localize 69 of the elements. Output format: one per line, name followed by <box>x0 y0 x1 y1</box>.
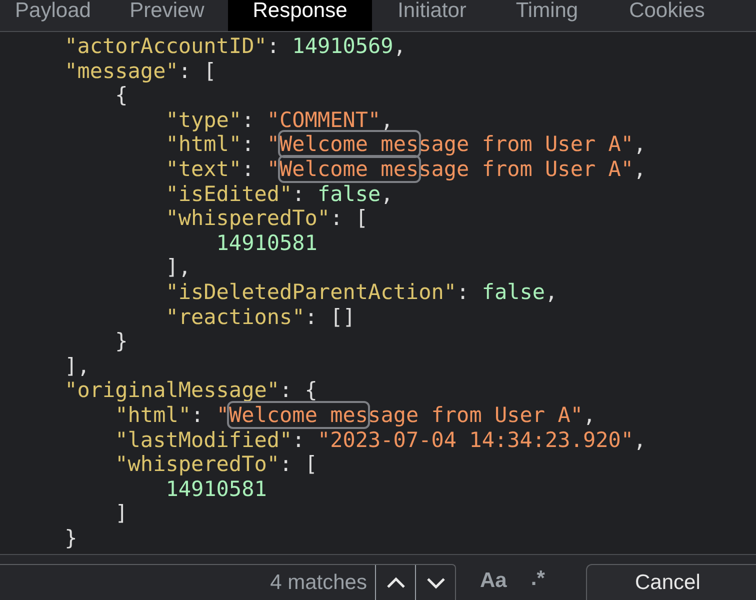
json-punctuation: ] <box>114 501 128 526</box>
json-number: 14910581 <box>164 476 267 501</box>
json-key: "whisperedTo" <box>14 206 330 230</box>
search-match: Welcome mes <box>280 132 419 156</box>
json-punctuation: : [ <box>178 58 216 83</box>
json-punctuation: { <box>114 83 128 108</box>
json-punctuation: , <box>380 108 394 132</box>
json-punctuation: , <box>380 182 394 206</box>
json-punctuation: : <box>292 428 306 452</box>
json-key: "lastModified" <box>14 428 292 452</box>
chevron-down-icon <box>426 576 446 588</box>
json-punctuation: : <box>242 156 256 181</box>
tab[interactable]: Cookies <box>602 0 732 31</box>
json-string: sage from User A" <box>418 132 634 156</box>
json-punctuation: , <box>634 132 646 156</box>
json-punctuation: : <box>456 280 470 304</box>
json-string: sage from User A" <box>368 402 583 427</box>
search-field[interactable]: 4 matches <box>0 564 456 600</box>
json-number: 14910569 <box>292 34 394 58</box>
json-punctuation: , <box>393 34 406 58</box>
tab[interactable]: Timing <box>492 0 602 31</box>
json-string: "2023-07-04 14:34:23.920" <box>317 428 634 452</box>
json-boolean: false <box>317 182 381 206</box>
json-number: 14910581 <box>215 230 318 255</box>
json-key: "whisperedTo" <box>14 452 280 476</box>
json-key: "actorAccountID" <box>14 34 267 58</box>
cancel-button[interactable]: Cancel <box>586 564 756 600</box>
tab[interactable]: Initiator <box>372 0 492 31</box>
match-case-toggle[interactable]: Aa <box>480 564 507 596</box>
chevron-up-icon <box>386 576 406 588</box>
json-boolean: false <box>482 280 546 304</box>
json-punctuation: : <box>242 132 256 156</box>
json-key: "originalMessage" <box>14 378 280 402</box>
json-string: " <box>266 156 280 181</box>
search-match: Welcome mes <box>280 156 419 181</box>
json-key: "message" <box>14 58 178 83</box>
json-punctuation: ], <box>64 354 90 378</box>
json-punctuation: : [ <box>330 206 368 230</box>
json-key: "text" <box>14 156 242 181</box>
json-punctuation: } <box>64 526 78 550</box>
json-punctuation: , <box>582 402 596 427</box>
json-punctuation: , <box>545 280 558 304</box>
json-punctuation: : <box>191 402 205 427</box>
tab[interactable]: Response <box>228 0 372 31</box>
json-punctuation: : { <box>280 378 318 402</box>
json-punctuation: : <box>242 108 256 132</box>
json-string: " <box>216 402 229 427</box>
tab[interactable]: Preview <box>106 0 228 31</box>
json-key: "html" <box>14 402 192 427</box>
json-punctuation: : <box>266 34 281 58</box>
regex-toggle[interactable]: .* <box>530 562 545 594</box>
json-punctuation: , <box>634 156 646 181</box>
json-string: sage from User A" <box>418 156 634 181</box>
json-punctuation: ], <box>164 255 192 280</box>
json-string: " <box>266 132 280 156</box>
search-match: Welcome mes <box>228 402 368 427</box>
json-punctuation: : [ <box>280 452 318 476</box>
json-punctuation: } <box>114 329 128 354</box>
json-string: "COMMENT" <box>266 108 381 132</box>
json-punctuation: , <box>634 428 646 452</box>
tab[interactable]: Payload <box>0 0 106 31</box>
json-punctuation: : <box>292 182 306 206</box>
json-key: "isEdited" <box>14 182 292 206</box>
json-key: "type" <box>14 108 242 132</box>
json-key: "isDeletedParentAction" <box>14 280 457 304</box>
json-key: "html" <box>14 132 242 156</box>
json-key: "reactions" <box>14 304 305 329</box>
match-count: 4 matches <box>270 570 368 596</box>
json-punctuation: : [] <box>304 304 356 329</box>
